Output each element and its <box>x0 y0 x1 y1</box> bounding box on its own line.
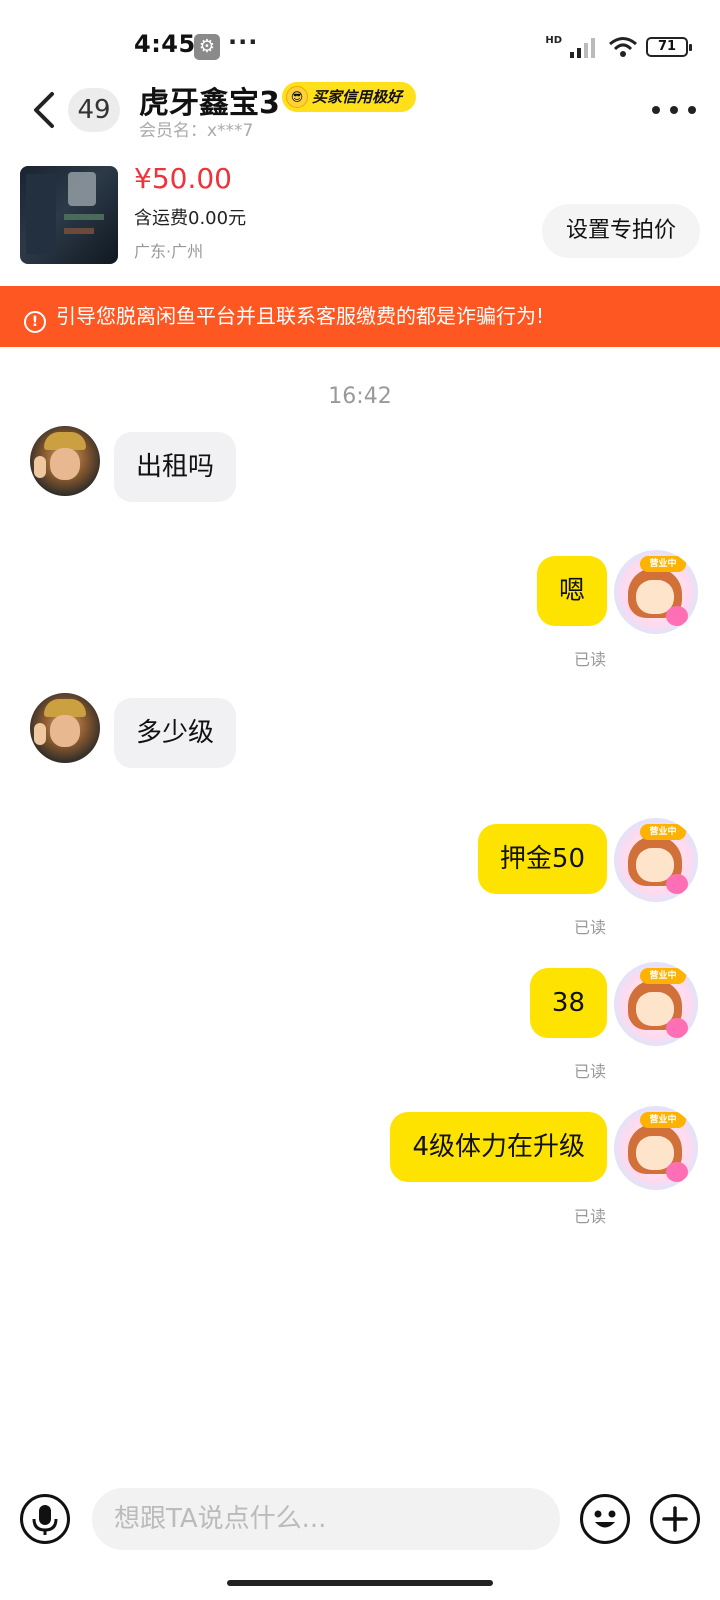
read-status: 已读 <box>573 1207 606 1226</box>
message-bubble-received[interactable]: 出租吗 <box>114 432 237 502</box>
status-bar: 4:45 ⚙ ··· HD 71 <box>0 0 720 80</box>
message-input-bar <box>0 1484 720 1554</box>
emoji-button[interactable] <box>580 1494 630 1544</box>
member-name: 会员名：x***7 <box>139 121 254 141</box>
my-avatar[interactable]: 营业中 <box>614 550 698 634</box>
credit-badge-label: 买家信用极好 <box>312 88 403 106</box>
hd-label: HD <box>545 34 562 46</box>
read-status: 已读 <box>573 650 606 669</box>
my-avatar[interactable]: 营业中 <box>614 818 698 902</box>
wrench-icon: ⚙ <box>194 34 220 60</box>
my-avatar[interactable]: 营业中 <box>614 1106 698 1190</box>
contact-avatar[interactable] <box>30 693 100 763</box>
wifi-icon <box>609 37 637 57</box>
more-dot <box>688 106 696 114</box>
cool-face-icon: 😎 <box>286 86 308 108</box>
back-button[interactable] <box>28 86 62 134</box>
battery-icon: 71 <box>646 37 692 57</box>
more-actions-button[interactable] <box>650 1494 700 1544</box>
status-more: ··· <box>228 28 259 56</box>
message-bubble-received[interactable]: 多少级 <box>114 698 237 768</box>
chat-header: 49 虎牙鑫宝3 😎 买家信用极好 会员名：x***7 <box>0 78 720 142</box>
voice-button[interactable] <box>20 1494 70 1544</box>
signal-icon <box>570 38 595 58</box>
unread-count-badge[interactable]: 49 <box>68 88 120 132</box>
fraud-warning-banner: ! 引导您脱离闲鱼平台并且联系客服缴费的都是诈骗行为! <box>0 286 720 347</box>
product-card[interactable]: ¥50.00 含运费0.00元 广东·广州 设置专拍价 <box>0 160 720 270</box>
my-avatar[interactable]: 营业中 <box>614 962 698 1046</box>
chevron-left-icon <box>34 92 54 128</box>
status-time: 4:45 <box>134 30 196 58</box>
product-price: ¥50.00 <box>134 162 232 195</box>
alert-icon: ! <box>24 311 46 333</box>
message-bubble-sent[interactable]: 嗯 <box>536 556 607 626</box>
product-thumbnail[interactable] <box>20 166 118 264</box>
product-location: 广东·广州 <box>134 242 204 261</box>
read-status: 已读 <box>573 918 606 937</box>
smiley-icon <box>594 1510 616 1528</box>
read-status: 已读 <box>573 1062 606 1081</box>
message-bubble-sent[interactable]: 4级体力在升级 <box>390 1112 607 1182</box>
more-dot <box>652 106 660 114</box>
set-special-price-button[interactable]: 设置专拍价 <box>542 204 700 258</box>
home-indicator[interactable] <box>227 1580 493 1586</box>
status-indicators: HD 71 <box>545 34 692 60</box>
chat-timestamp: 16:42 <box>328 384 392 409</box>
microphone-icon <box>32 1505 58 1535</box>
more-menu-button[interactable] <box>652 94 696 126</box>
shipping-info: 含运费0.00元 <box>134 208 247 229</box>
message-input[interactable] <box>92 1488 560 1550</box>
more-dot <box>670 106 678 114</box>
message-bubble-sent[interactable]: 押金50 <box>477 824 607 894</box>
contact-avatar[interactable] <box>30 426 100 496</box>
plus-icon <box>662 1506 688 1532</box>
message-bubble-sent[interactable]: 38 <box>529 968 607 1038</box>
warning-text: 引导您脱离闲鱼平台并且联系客服缴费的都是诈骗行为! <box>56 304 545 328</box>
credit-badge[interactable]: 😎 买家信用极好 <box>282 82 417 112</box>
